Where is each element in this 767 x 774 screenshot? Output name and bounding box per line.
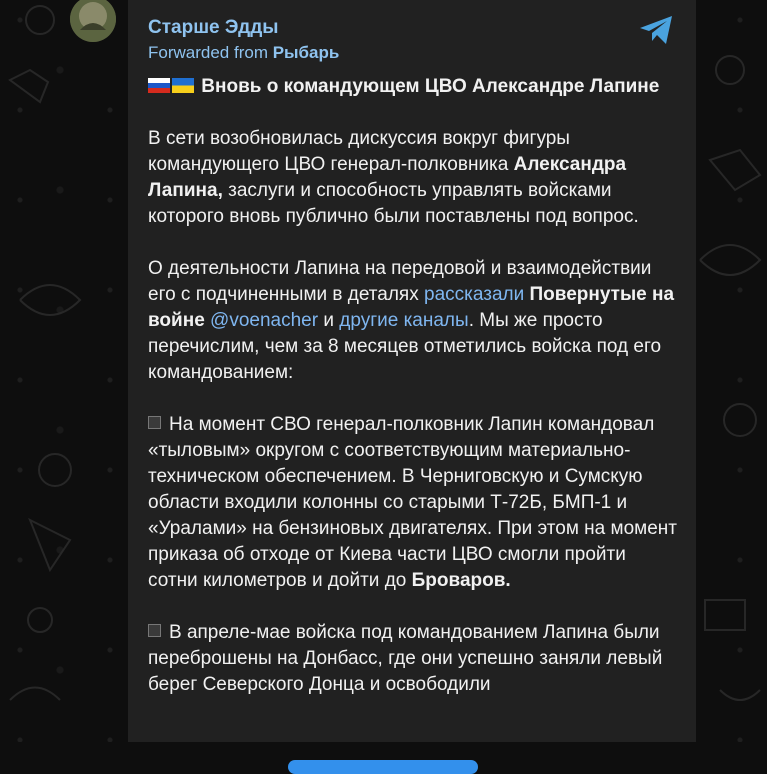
black-square-icon	[148, 624, 161, 637]
post-title-line: Вновь о командующем ЦВО Александре Лапин…	[148, 74, 680, 100]
forwarded-line: Forwarded from Рыбарь	[148, 40, 339, 66]
ukraine-flag-icon	[172, 75, 194, 93]
paragraph-1: В сети возобновилась дискуссия вокруг фи…	[148, 126, 680, 230]
link-other-channels[interactable]: другие каналы	[339, 310, 468, 331]
forwarded-source[interactable]: Рыбарь	[273, 43, 340, 62]
message-header: Старше Эдды Forwarded from Рыбарь	[148, 16, 339, 66]
channel-name[interactable]: Старше Эдды	[148, 16, 339, 40]
text-span: В сети возобновилась дискуссия вокруг фи…	[148, 128, 570, 175]
link-rasskazali[interactable]: рассказали	[424, 284, 524, 305]
black-square-icon	[148, 416, 161, 429]
bottom-action-button[interactable]	[288, 760, 478, 774]
paragraph-4: В апреле-мае войска под командованием Ла…	[148, 620, 680, 698]
text-span: На момент СВО генерал-полковник Лапин ко…	[148, 414, 677, 591]
text-span: В апреле-мае войска под командованием Ла…	[148, 622, 663, 695]
post-title: Вновь о командующем ЦВО Александре Лапин…	[201, 76, 660, 97]
paragraph-3: На момент СВО генерал-полковник Лапин ко…	[148, 412, 680, 594]
message-text: Вновь о командующем ЦВО Александре Лапин…	[148, 74, 680, 724]
paragraph-2: О деятельности Лапина на передовой и вза…	[148, 256, 680, 386]
share-icon[interactable]	[638, 13, 676, 47]
link-voenacher[interactable]: @voenacher	[210, 310, 318, 331]
russia-flag-icon	[148, 75, 170, 93]
text-span: и	[318, 310, 340, 331]
forwarded-prefix: Forwarded from	[148, 43, 273, 62]
bold-place: Броваров.	[411, 570, 511, 591]
